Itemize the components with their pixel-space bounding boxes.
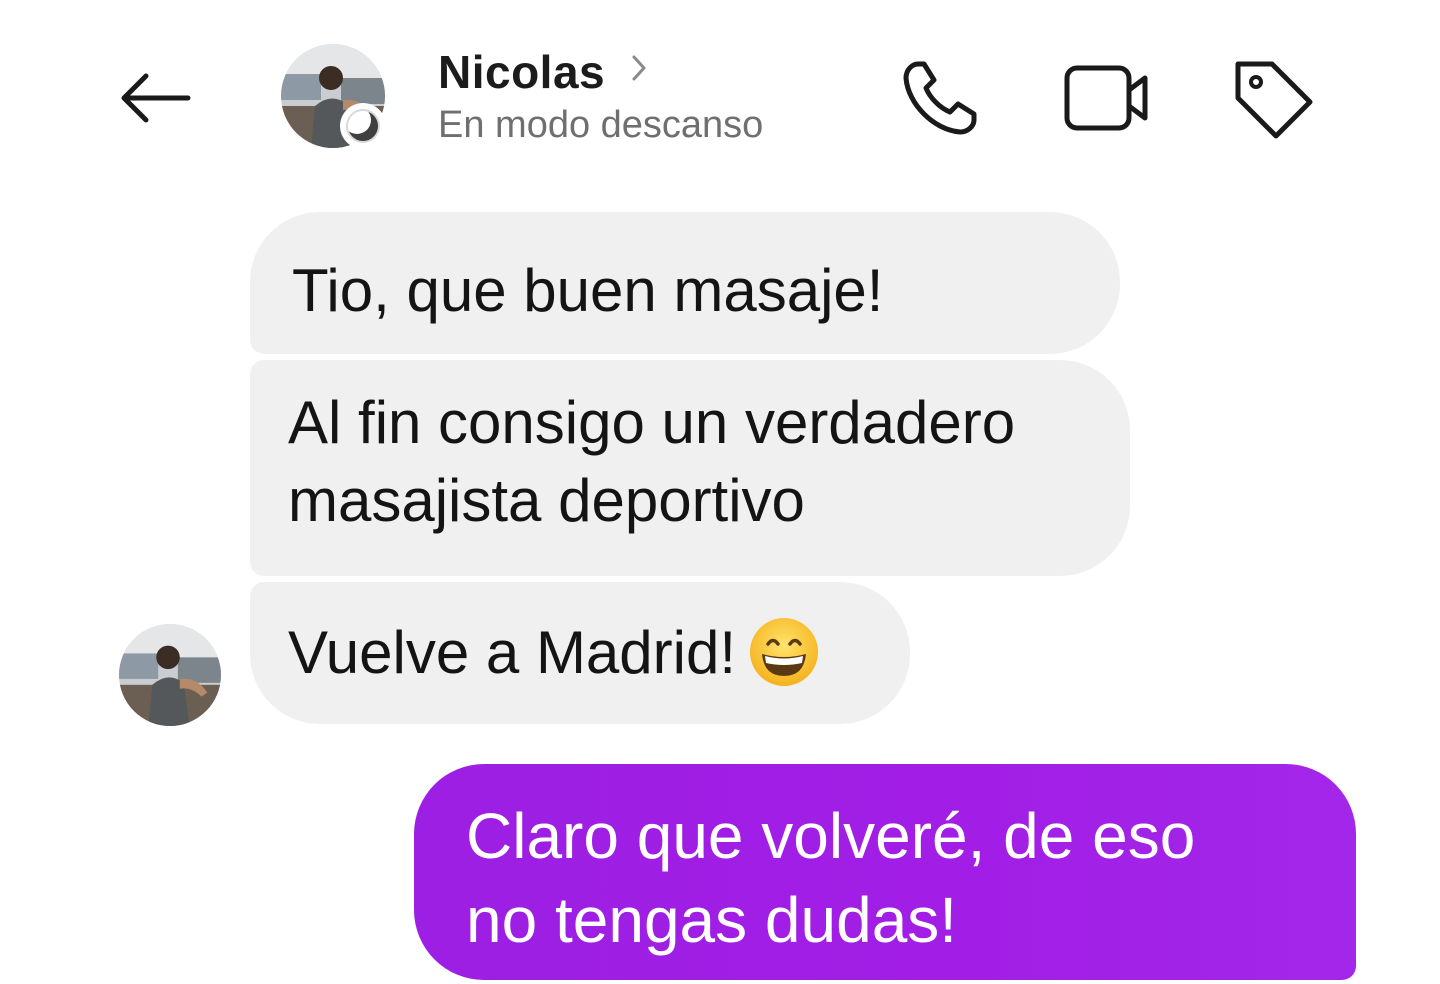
back-button[interactable] (108, 60, 200, 136)
message-text: Vuelve a Madrid! (288, 619, 737, 686)
call-button[interactable] (894, 52, 986, 144)
tag-icon (1235, 61, 1313, 139)
contact-name-row[interactable]: Nicolas (438, 44, 763, 100)
incoming-message[interactable]: Al fin consigo un verdadero masajista de… (250, 360, 1130, 576)
contact-info[interactable]: Nicolas En modo descanso (438, 44, 763, 147)
sender-avatar[interactable] (119, 624, 221, 726)
avatar-photo (119, 624, 221, 726)
video-call-button[interactable] (1060, 52, 1152, 144)
phone-icon (903, 61, 977, 135)
rest-mode-badge (340, 103, 386, 149)
contact-status: En modo descanso (438, 104, 764, 146)
outgoing-message[interactable]: Claro que volveré, de eso no tengas duda… (414, 764, 1356, 980)
contact-name: Nicolas (438, 46, 606, 98)
grinning-face-icon (750, 618, 819, 686)
video-camera-icon (1064, 65, 1148, 131)
moon-icon (343, 106, 380, 143)
message-text: Tio, que buen masaje! (292, 257, 884, 324)
chevron-right-icon (631, 54, 647, 82)
incoming-message[interactable]: Vuelve a Madrid! (250, 582, 910, 724)
incoming-message[interactable]: Tio, que buen masaje! (250, 212, 1120, 354)
arrow-left-icon (121, 73, 191, 123)
tag-button[interactable] (1226, 52, 1318, 144)
chat-screen: Nicolas En modo descanso Tio, que buen m… (0, 0, 1440, 984)
